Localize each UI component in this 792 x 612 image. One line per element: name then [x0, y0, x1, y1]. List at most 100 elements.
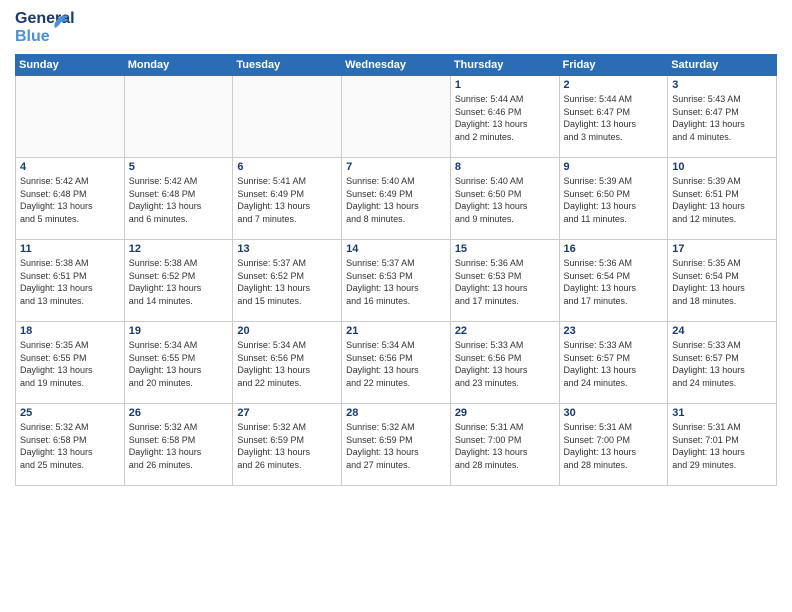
calendar-day-20: 20Sunrise: 5:34 AM Sunset: 6:56 PM Dayli…: [233, 322, 342, 404]
calendar-day-6: 6 Sunrise: 5:41 AM Sunset: 6:49 PM Daylig…: [233, 158, 342, 240]
day-info: Sunrise: 5:37 AM Sunset: 6:52 PM Dayligh…: [237, 257, 337, 307]
calendar-day-5: 5 Sunrise: 5:42 AM Sunset: 6:48 PM Daylig…: [124, 158, 233, 240]
day-info: Sunrise: 5:39 AM Sunset: 6:51 PM Dayligh…: [672, 175, 772, 225]
calendar-empty-cell: [342, 76, 451, 158]
weekday-header-row: SundayMondayTuesdayWednesdayThursdayFrid…: [16, 55, 777, 76]
day-info: Sunrise: 5:37 AM Sunset: 6:53 PM Dayligh…: [346, 257, 446, 307]
calendar-week-row: 25 Sunrise: 5:32 AM Sunset: 6:58 PM Dayli…: [16, 404, 777, 486]
day-info: Sunrise: 5:43 AM Sunset: 6:47 PM Dayligh…: [672, 93, 772, 143]
day-info: Sunrise: 5:32 AM Sunset: 6:58 PM Dayligh…: [129, 421, 229, 471]
day-info: Sunrise: 5:32 AM Sunset: 6:59 PM Dayligh…: [237, 421, 337, 471]
day-info: Sunrise: 5:42 AM Sunset: 6:48 PM Dayligh…: [129, 175, 229, 225]
day-number: 3: [672, 79, 772, 91]
day-info: Sunrise: 5:44 AM Sunset: 6:47 PM Dayligh…: [564, 93, 664, 143]
calendar-empty-cell: [233, 76, 342, 158]
day-number: 4: [20, 161, 120, 173]
calendar-day-28: 28 Sunrise: 5:32 AM Sunset: 6:59 PM Dayli…: [342, 404, 451, 486]
day-number: 26: [129, 407, 229, 419]
weekday-header-monday: Monday: [124, 55, 233, 76]
day-number: 18: [20, 325, 120, 337]
calendar-day-7: 7 Sunrise: 5:40 AM Sunset: 6:49 PM Daylig…: [342, 158, 451, 240]
calendar-day-29: 29 Sunrise: 5:31 AM Sunset: 7:00 PM Dayli…: [450, 404, 559, 486]
day-number: 14: [346, 243, 446, 255]
calendar-table: SundayMondayTuesdayWednesdayThursdayFrid…: [15, 54, 777, 486]
calendar-week-row: 11Sunrise: 5:38 AM Sunset: 6:51 PM Dayli…: [16, 240, 777, 322]
day-info: Sunrise: 5:33 AM Sunset: 6:57 PM Dayligh…: [672, 339, 772, 389]
day-info: Sunrise: 5:32 AM Sunset: 6:59 PM Dayligh…: [346, 421, 446, 471]
calendar-day-26: 26 Sunrise: 5:32 AM Sunset: 6:58 PM Dayli…: [124, 404, 233, 486]
day-info: Sunrise: 5:33 AM Sunset: 6:57 PM Dayligh…: [564, 339, 664, 389]
day-number: 16: [564, 243, 664, 255]
weekday-header-friday: Friday: [559, 55, 668, 76]
calendar-day-31: 31 Sunrise: 5:31 AM Sunset: 7:01 PM Dayli…: [668, 404, 777, 486]
day-info: Sunrise: 5:44 AM Sunset: 6:46 PM Dayligh…: [455, 93, 555, 143]
day-info: Sunrise: 5:36 AM Sunset: 6:53 PM Dayligh…: [455, 257, 555, 307]
day-number: 15: [455, 243, 555, 255]
day-number: 19: [129, 325, 229, 337]
calendar-empty-cell: [16, 76, 125, 158]
calendar-week-row: 18 Sunrise: 5:35 AM Sunset: 6:55 PM Dayli…: [16, 322, 777, 404]
calendar-day-3: 3 Sunrise: 5:43 AM Sunset: 6:47 PM Daylig…: [668, 76, 777, 158]
calendar-day-2: 2 Sunrise: 5:44 AM Sunset: 6:47 PM Daylig…: [559, 76, 668, 158]
day-info: Sunrise: 5:38 AM Sunset: 6:52 PM Dayligh…: [129, 257, 229, 307]
day-number: 7: [346, 161, 446, 173]
day-number: 9: [564, 161, 664, 173]
day-number: 24: [672, 325, 772, 337]
calendar-day-10: 10 Sunrise: 5:39 AM Sunset: 6:51 PM Dayli…: [668, 158, 777, 240]
day-number: 1: [455, 79, 555, 91]
day-number: 2: [564, 79, 664, 91]
day-info: Sunrise: 5:33 AM Sunset: 6:56 PM Dayligh…: [455, 339, 555, 389]
calendar-week-row: 4 Sunrise: 5:42 AM Sunset: 6:48 PM Daylig…: [16, 158, 777, 240]
day-number: 13: [237, 243, 337, 255]
calendar-day-30: 30 Sunrise: 5:31 AM Sunset: 7:00 PM Dayli…: [559, 404, 668, 486]
calendar-week-row: 1 Sunrise: 5:44 AM Sunset: 6:46 PM Daylig…: [16, 76, 777, 158]
day-number: 17: [672, 243, 772, 255]
calendar-empty-cell: [124, 76, 233, 158]
calendar-day-21: 21Sunrise: 5:34 AM Sunset: 6:56 PM Dayli…: [342, 322, 451, 404]
calendar-day-15: 15 Sunrise: 5:36 AM Sunset: 6:53 PM Dayli…: [450, 240, 559, 322]
calendar-day-23: 23 Sunrise: 5:33 AM Sunset: 6:57 PM Dayli…: [559, 322, 668, 404]
day-number: 12: [129, 243, 229, 255]
day-number: 30: [564, 407, 664, 419]
day-number: 6: [237, 161, 337, 173]
day-number: 31: [672, 407, 772, 419]
day-info: Sunrise: 5:40 AM Sunset: 6:49 PM Dayligh…: [346, 175, 446, 225]
calendar-day-13: 13 Sunrise: 5:37 AM Sunset: 6:52 PM Dayli…: [233, 240, 342, 322]
day-info: Sunrise: 5:34 AM Sunset: 6:55 PM Dayligh…: [129, 339, 229, 389]
logo: General Blue: [15, 10, 63, 48]
calendar-day-1: 1 Sunrise: 5:44 AM Sunset: 6:46 PM Daylig…: [450, 76, 559, 158]
day-info: Sunrise: 5:40 AM Sunset: 6:50 PM Dayligh…: [455, 175, 555, 225]
day-number: 11: [20, 243, 120, 255]
calendar-day-22: 22 Sunrise: 5:33 AM Sunset: 6:56 PM Dayli…: [450, 322, 559, 404]
day-number: 10: [672, 161, 772, 173]
day-info: Sunrise: 5:41 AM Sunset: 6:49 PM Dayligh…: [237, 175, 337, 225]
day-info: Sunrise: 5:31 AM Sunset: 7:01 PM Dayligh…: [672, 421, 772, 471]
day-number: 28: [346, 407, 446, 419]
day-number: 5: [129, 161, 229, 173]
day-info: Sunrise: 5:39 AM Sunset: 6:50 PM Dayligh…: [564, 175, 664, 225]
calendar-day-11: 11Sunrise: 5:38 AM Sunset: 6:51 PM Dayli…: [16, 240, 125, 322]
day-info: Sunrise: 5:31 AM Sunset: 7:00 PM Dayligh…: [455, 421, 555, 471]
day-info: Sunrise: 5:35 AM Sunset: 6:55 PM Dayligh…: [20, 339, 120, 389]
day-number: 25: [20, 407, 120, 419]
day-number: 27: [237, 407, 337, 419]
calendar-day-14: 14 Sunrise: 5:37 AM Sunset: 6:53 PM Dayli…: [342, 240, 451, 322]
calendar-day-24: 24 Sunrise: 5:33 AM Sunset: 6:57 PM Dayli…: [668, 322, 777, 404]
day-number: 8: [455, 161, 555, 173]
day-info: Sunrise: 5:31 AM Sunset: 7:00 PM Dayligh…: [564, 421, 664, 471]
weekday-header-tuesday: Tuesday: [233, 55, 342, 76]
calendar-day-27: 27 Sunrise: 5:32 AM Sunset: 6:59 PM Dayli…: [233, 404, 342, 486]
page-header: General Blue: [15, 10, 777, 48]
day-number: 22: [455, 325, 555, 337]
weekday-header-wednesday: Wednesday: [342, 55, 451, 76]
day-number: 29: [455, 407, 555, 419]
calendar-day-18: 18 Sunrise: 5:35 AM Sunset: 6:55 PM Dayli…: [16, 322, 125, 404]
weekday-header-sunday: Sunday: [16, 55, 125, 76]
day-info: Sunrise: 5:42 AM Sunset: 6:48 PM Dayligh…: [20, 175, 120, 225]
calendar-day-19: 19 Sunrise: 5:34 AM Sunset: 6:55 PM Dayli…: [124, 322, 233, 404]
day-info: Sunrise: 5:32 AM Sunset: 6:58 PM Dayligh…: [20, 421, 120, 471]
weekday-header-thursday: Thursday: [450, 55, 559, 76]
calendar-day-12: 12 Sunrise: 5:38 AM Sunset: 6:52 PM Dayli…: [124, 240, 233, 322]
day-info: Sunrise: 5:34 AM Sunset: 6:56 PM Dayligh…: [237, 339, 337, 389]
day-number: 23: [564, 325, 664, 337]
